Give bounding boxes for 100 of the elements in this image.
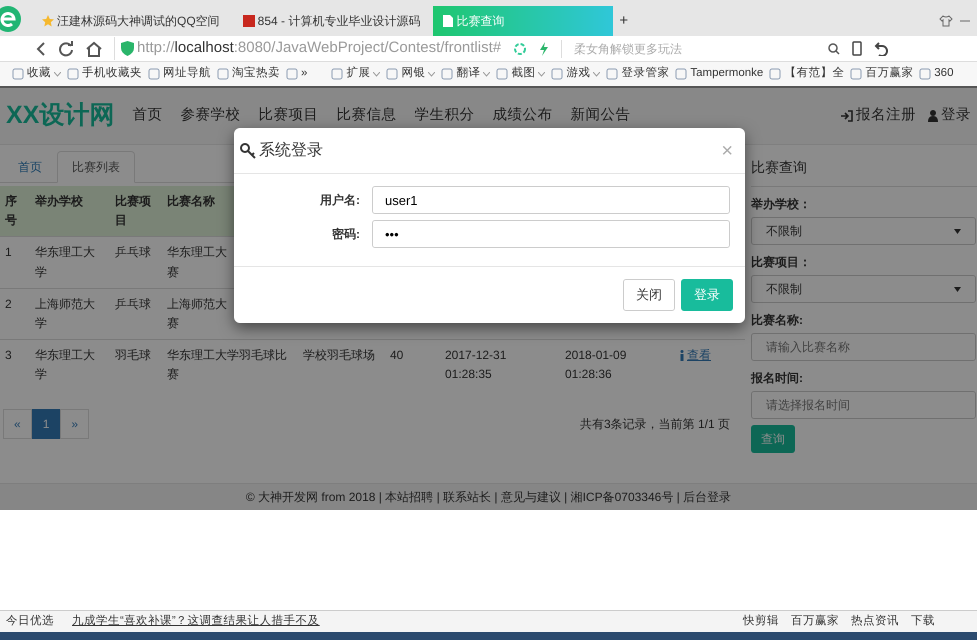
input-field[interactable]: user1: [372, 186, 730, 214]
bookmark-link[interactable]: 扩展: [346, 65, 380, 83]
input-field[interactable]: •••: [372, 220, 730, 248]
bookmark-link[interactable]: 翻译: [456, 65, 490, 83]
column-header: 序号: [0, 186, 30, 237]
star-icon: [42, 15, 54, 27]
dropdown[interactable]: 不限制: [751, 275, 976, 303]
bookmark-icon: [217, 68, 229, 80]
page-tab[interactable]: 比赛列表: [57, 151, 135, 183]
new-tab-button[interactable]: +: [613, 6, 634, 36]
bookmark-link[interactable]: 网银: [401, 65, 436, 83]
dialog-button[interactable]: 关闭: [623, 279, 675, 310]
bookmark-link[interactable]: 截图: [511, 65, 546, 83]
bookmark-link[interactable]: Tampermonke: [690, 65, 764, 83]
table-cell: 华东理工大学: [30, 236, 110, 288]
nav-link[interactable]: 成绩公布: [492, 105, 552, 127]
nav-link[interactable]: 首页: [132, 105, 162, 127]
field-label: 比赛名称:: [751, 312, 804, 329]
bookmark-icon: [769, 68, 782, 80]
bookmark-icon: [441, 68, 454, 80]
status-item[interactable]: 快剪辑: [743, 612, 779, 630]
table-cell-text: 华东理工大学羽毛球比 赛: [167, 347, 288, 384]
search-icon[interactable]: [828, 42, 840, 54]
table-cell: 2018-01-09 01:28:36: [560, 340, 675, 390]
table-cell: 华东理工大学: [30, 340, 110, 390]
bookmark-icon: [606, 68, 618, 80]
field-label: 用户名:: [319, 192, 361, 209]
field-label: 举办学校：: [751, 196, 812, 213]
lightning-icon[interactable]: [539, 42, 550, 56]
user-icon: [928, 110, 938, 122]
table-cell: 乒乓球: [110, 236, 162, 288]
dialog-title: 系统登录: [259, 140, 323, 160]
bookmark-icon: [148, 68, 160, 80]
bookmark-link[interactable]: 淘宝热卖: [232, 65, 280, 83]
nav-link[interactable]: 比赛信息: [336, 105, 396, 127]
square-icon: [242, 15, 255, 27]
table-cell: 40: [385, 340, 440, 390]
bookmark-link[interactable]: 【有范】全: [784, 65, 844, 83]
undo-icon[interactable]: [874, 42, 888, 56]
bookmark-link[interactable]: 手机收藏夹: [82, 65, 142, 83]
table-cell: 2017-12-31 01:28:35: [440, 340, 560, 390]
record-summary: 共有3条记录，当前第 1/1 页: [580, 416, 731, 432]
table-cell: 2: [0, 288, 30, 340]
input-field[interactable]: 请输入比赛名称: [751, 333, 976, 361]
browser-tab[interactable]: 汪建林源码大神调试的QQ空间: [32, 6, 233, 36]
skin-icon[interactable]: [939, 15, 953, 27]
bookmark-icon: [12, 68, 24, 80]
browser-tab[interactable]: 854 - 计算机专业毕业设计源码: [232, 6, 434, 36]
input-field[interactable]: 请选择报名时间: [751, 391, 976, 419]
bookmark-link[interactable]: 360: [934, 65, 954, 83]
table-cell-text: 上海师范大 赛: [167, 296, 228, 332]
home-icon[interactable]: [86, 40, 102, 56]
info-icon: [680, 350, 684, 362]
bookmark-link[interactable]: 游戏: [566, 65, 600, 83]
bookmark-icon: [67, 68, 79, 80]
table-cell: 乒乓球: [110, 288, 162, 340]
key-icon: [240, 142, 256, 158]
bookmark-icon: [919, 68, 932, 80]
table-cell: 学校羽毛球场: [298, 340, 385, 390]
status-label[interactable]: 今日优选: [6, 612, 54, 630]
query-panel-title: 比赛查询: [751, 145, 977, 187]
field-label: 比赛项目：: [751, 254, 812, 271]
url-text[interactable]: http://localhost:8080/JavaWebProject/Contest/frontlist#: [137, 37, 502, 60]
column-header: 举办学校: [30, 186, 110, 237]
nav-link[interactable]: 新闻公告: [570, 105, 630, 127]
page-icon: [443, 15, 454, 27]
bookmark-link[interactable]: 网址导航: [163, 65, 211, 83]
nav-link[interactable]: 比赛项目: [258, 105, 318, 127]
footer-text: © 大神开发网 from 2018 | 本站招聘 | 联系站长 | 意见与建议 | 湘ICP备0703346号 | 后台登录: [246, 489, 732, 506]
shield-icon: [121, 41, 134, 56]
nav-link[interactable]: 学生积分: [414, 105, 474, 127]
status-item[interactable]: 下载: [911, 612, 935, 630]
caret-icon: [954, 228, 961, 234]
bookmark-link[interactable]: 收藏: [27, 65, 61, 83]
reload-icon[interactable]: [58, 40, 74, 56]
nav-link[interactable]: 报名注册: [841, 105, 916, 127]
bookmark-link[interactable]: 登录管家: [621, 65, 670, 83]
sign-in-icon: [841, 110, 853, 122]
table-cell: 羽毛球: [110, 340, 162, 390]
table-cell: 1: [0, 236, 30, 288]
table-cell: 上海师范大学: [30, 288, 110, 340]
nav-link[interactable]: 参赛学校: [180, 105, 240, 127]
bookmark-link[interactable]: 百万赢家: [865, 65, 914, 83]
bookmark-icon: [496, 68, 508, 80]
back-icon[interactable]: [36, 42, 46, 56]
phone-icon[interactable]: [852, 41, 862, 56]
bookmark-icon: [551, 68, 564, 80]
column-header: 比赛项目: [110, 186, 162, 237]
caret-icon: [954, 286, 961, 292]
bookmark-icon: [331, 68, 344, 80]
news-link[interactable]: 九成学生“喜欢补课”？这调查结果让人措手不及: [72, 612, 320, 630]
nav-link[interactable]: 登录: [928, 105, 971, 127]
status-item[interactable]: 热点资讯: [851, 612, 899, 630]
bookmark-icon: [286, 68, 298, 80]
dropdown[interactable]: 不限制: [751, 217, 976, 245]
bookmark-link[interactable]: »: [301, 65, 308, 83]
status-item[interactable]: 百万赢家: [791, 612, 839, 630]
bookmark-icon: [850, 68, 862, 80]
bookmark-icon: [675, 68, 688, 80]
field-label: 密码:: [331, 226, 361, 243]
